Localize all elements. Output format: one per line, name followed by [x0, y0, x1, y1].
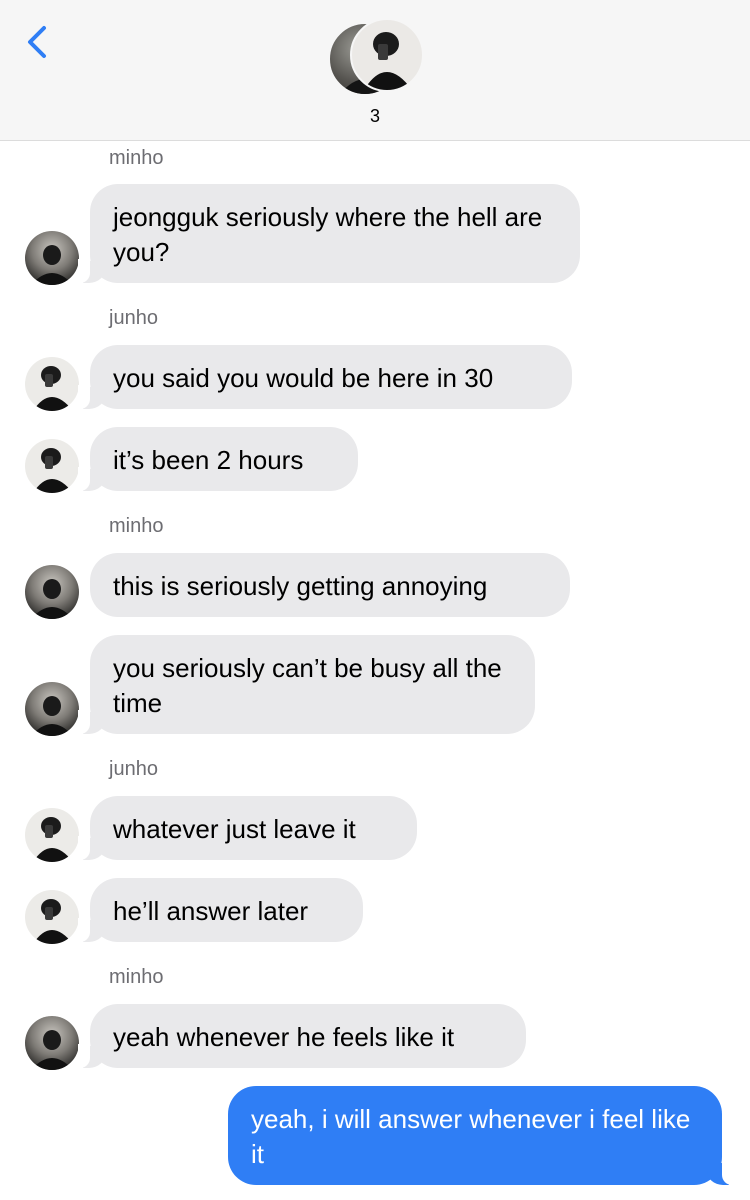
- message-bubble[interactable]: you said you would be here in 30: [78, 345, 572, 409]
- message-bubble[interactable]: this is seriously getting annoying: [90, 553, 570, 617]
- message-bubble[interactable]: he’ll answer later: [78, 878, 363, 942]
- avatar[interactable]: [25, 357, 79, 411]
- conversation-header: 3: [0, 0, 750, 141]
- sender-name: minho: [109, 147, 164, 169]
- sender-name: minho: [109, 515, 164, 537]
- avatar[interactable]: [25, 682, 79, 736]
- member-count[interactable]: 3: [0, 106, 750, 127]
- message-bubble[interactable]: jeongguk seriously where the hell are yo…: [78, 184, 580, 283]
- message-bubble[interactable]: whatever just leave it: [78, 796, 417, 860]
- sender-name: junho: [109, 307, 158, 329]
- message-bubble[interactable]: it’s been 2 hours: [78, 427, 358, 491]
- avatar[interactable]: [25, 1016, 79, 1070]
- message-bubble[interactable]: you seriously can’t be busy all the time: [78, 635, 535, 734]
- sender-name: minho: [109, 966, 164, 988]
- avatar[interactable]: [25, 439, 79, 493]
- outgoing-message-bubble[interactable]: yeah, i will answer whenever i feel like…: [228, 1086, 734, 1185]
- avatar[interactable]: [25, 231, 79, 285]
- avatar[interactable]: [25, 565, 79, 619]
- avatar[interactable]: [25, 808, 79, 862]
- avatar: [350, 18, 424, 92]
- avatar[interactable]: [25, 890, 79, 944]
- group-avatar[interactable]: [328, 18, 424, 96]
- back-button[interactable]: [22, 22, 56, 62]
- sender-name: junho: [109, 758, 158, 780]
- message-bubble[interactable]: yeah whenever he feels like it: [78, 1004, 526, 1068]
- chevron-left-icon: [28, 26, 46, 58]
